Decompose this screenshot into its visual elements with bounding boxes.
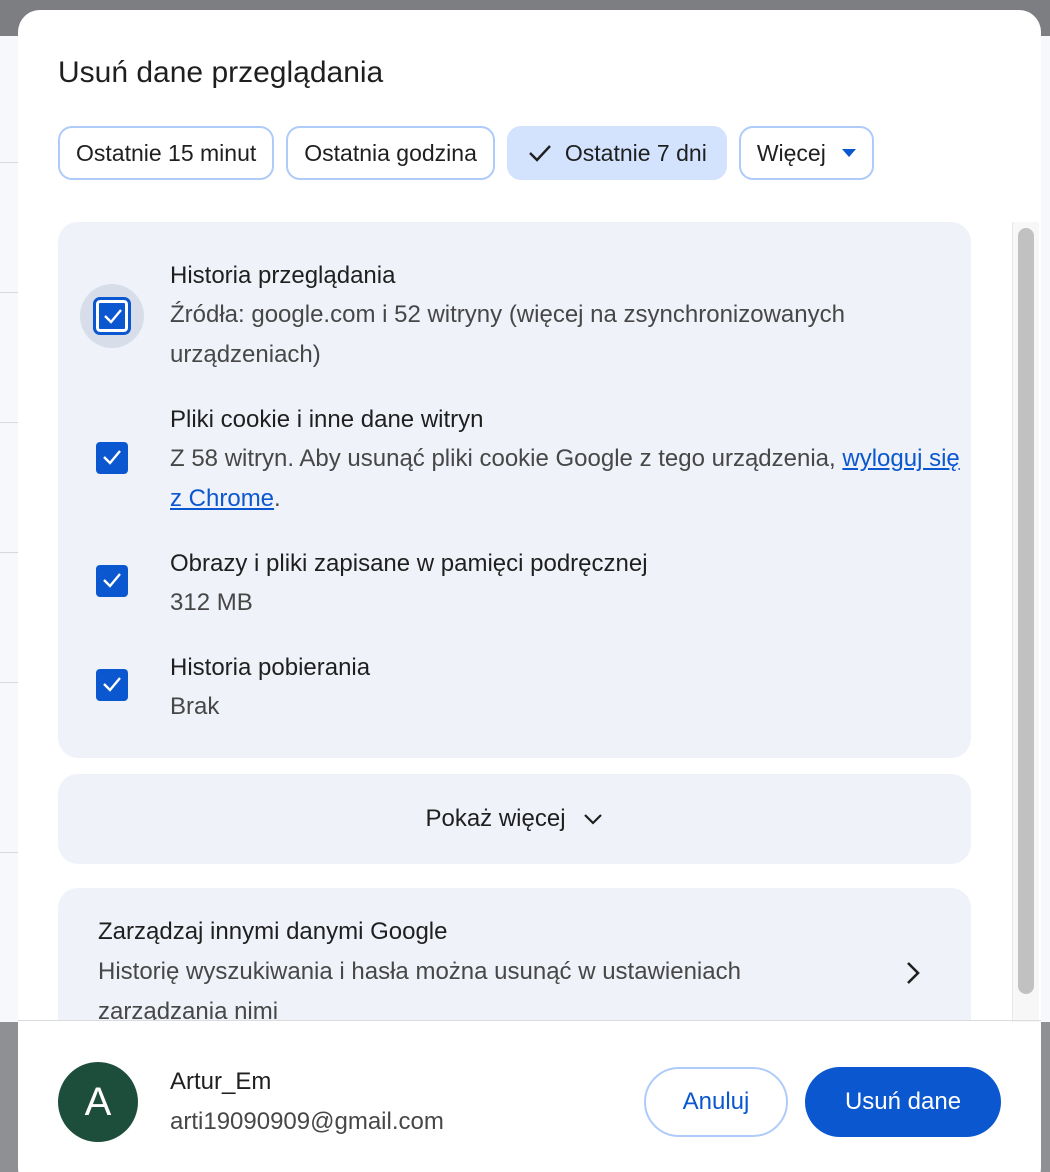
manage-description: Historię wyszukiwania i hasła można usun…: [98, 958, 741, 1020]
checkmark-icon: [103, 450, 121, 465]
option-title: Pliki cookie i inne dane witryn: [170, 406, 484, 433]
option-title: Obrazy i pliki zapisane w pamięci podręc…: [170, 550, 648, 577]
avatar: A: [58, 1062, 138, 1142]
show-more-button[interactable]: Pokaż więcej: [58, 774, 971, 864]
cancel-button[interactable]: Anuluj: [644, 1067, 788, 1137]
time-range-chip-last-hour[interactable]: Ostatnia godzina: [286, 126, 495, 180]
chip-label: Ostatnie 7 dni: [564, 139, 707, 166]
scrollbar-thumb[interactable]: [1018, 228, 1034, 994]
option-description-end: .: [274, 485, 281, 512]
time-range-chips: Ostatnie 15 minut Ostatnia godzina Ostat…: [58, 126, 874, 180]
checkmark-icon: [103, 573, 121, 588]
manage-title: Zarządzaj innymi danymi Google: [98, 918, 448, 945]
option-description: Źródła: google.com i 52 witryny (więcej …: [170, 301, 845, 368]
caret-down-icon: [841, 149, 856, 157]
manage-google-data-row[interactable]: Zarządzaj innymi danymi Google Historię …: [58, 888, 971, 1020]
chip-label: Ostatnie 15 minut: [76, 139, 257, 166]
chevron-right-icon: [907, 962, 920, 984]
option-description-text: Z 58 witryn. Aby usunąć pliki cookie Goo…: [170, 445, 843, 472]
options-scroll-area[interactable]: Historia przeglądania Źródła: google.com…: [18, 222, 1041, 1020]
chip-label: Więcej: [756, 139, 826, 166]
clear-browsing-data-dialog: Usuń dane przeglądania Ostatnie 15 minut…: [18, 10, 1041, 1172]
background-divider: [0, 552, 18, 553]
dialog-title: Usuń dane przeglądania: [58, 56, 384, 89]
option-description: Z 58 witryn. Aby usunąć pliki cookie Goo…: [170, 439, 960, 519]
option-description: 312 MB: [170, 589, 253, 616]
account-email: arti19090909@gmail.com: [170, 1108, 444, 1135]
time-range-chip-15-minutes[interactable]: Ostatnie 15 minut: [58, 126, 275, 180]
option-title: Historia pobierania: [170, 654, 371, 681]
option-title: Historia przeglądania: [170, 262, 396, 289]
delete-data-button[interactable]: Usuń dane: [805, 1067, 1001, 1137]
background-divider: [0, 422, 18, 423]
background-divider: [0, 682, 18, 683]
account-name: Artur_Em: [170, 1068, 272, 1095]
background-divider: [0, 292, 18, 293]
background-divider: [0, 162, 18, 163]
chip-label: Ostatnia godzina: [304, 139, 477, 166]
footer-divider: [18, 1020, 1041, 1021]
checkmark-icon: [103, 677, 121, 692]
background-divider: [0, 852, 18, 853]
time-range-chip-more[interactable]: Więcej: [738, 126, 874, 180]
chevron-down-icon: [583, 814, 602, 825]
time-range-chip-7-days[interactable]: Ostatnie 7 dni: [506, 126, 727, 180]
data-types-card: Historia przeglądania Źródła: google.com…: [58, 222, 971, 758]
checkbox-cache[interactable]: [96, 565, 128, 597]
checkbox-browsing-history[interactable]: [93, 297, 131, 335]
checkbox-download-history[interactable]: [96, 669, 128, 701]
check-icon: [529, 145, 551, 162]
show-more-label: Pokaż więcej: [425, 805, 566, 832]
checkmark-icon: [104, 309, 122, 324]
option-description: Brak: [170, 693, 220, 720]
checkbox-cookies[interactable]: [96, 442, 128, 474]
